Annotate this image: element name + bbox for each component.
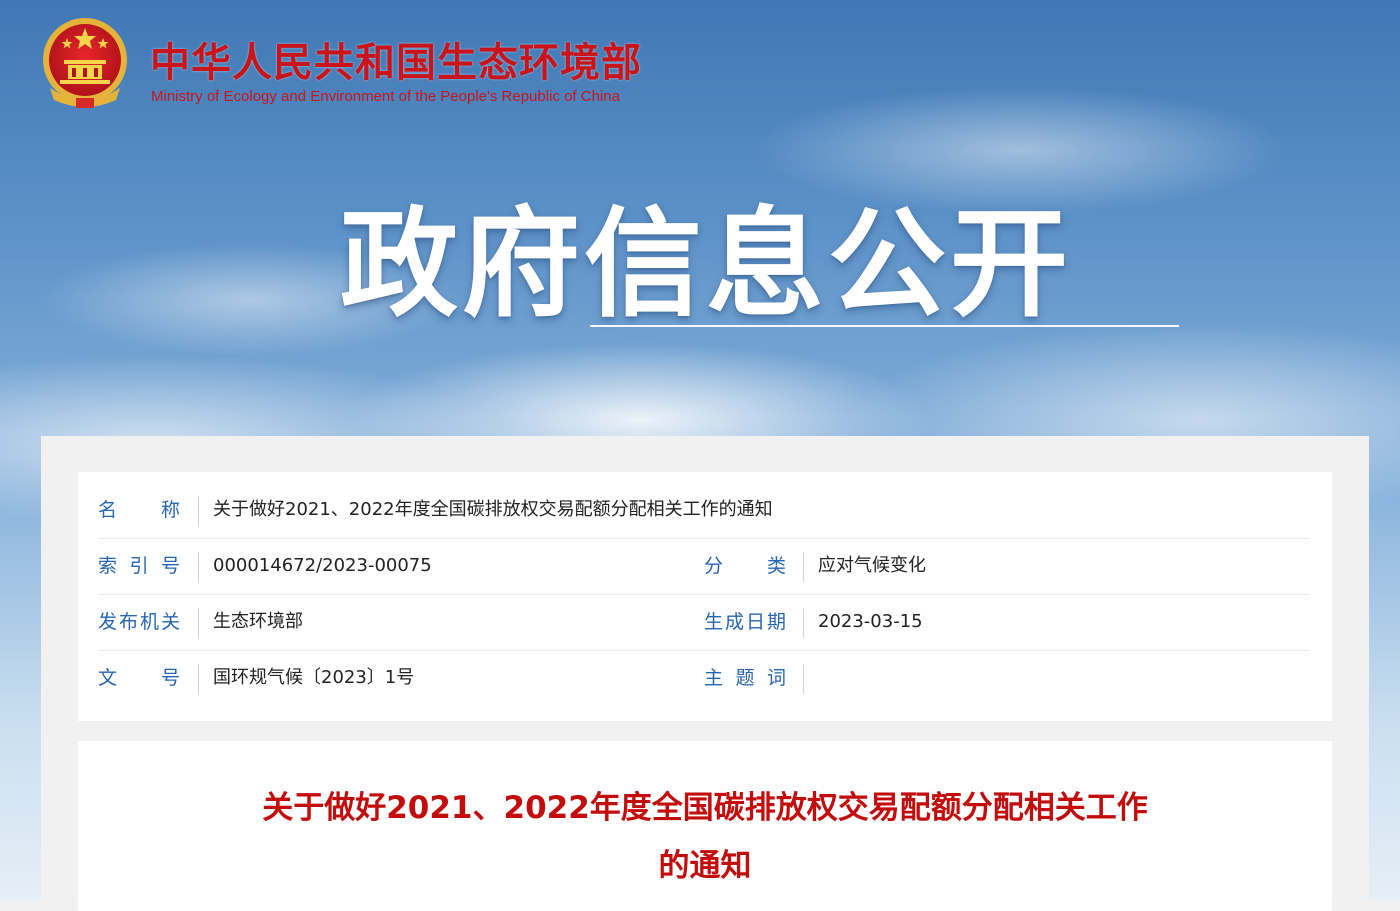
date-value: 2023-03-15 — [818, 611, 923, 632]
content-container: 名称 关于做好2021、2022年度全国碳排放权交易配额分配相关工作的通知 索引… — [41, 436, 1369, 911]
site-subtitle-english[interactable]: Ministry of Ecology and Environment of t… — [151, 88, 620, 105]
name-label: 名称 — [98, 499, 180, 521]
divider — [198, 552, 199, 582]
index-label: 索引号 — [98, 555, 180, 577]
info-row-index: 索引号 000014672/2023-00075 分类 应对气候变化 — [98, 538, 1310, 595]
category-value: 应对气候变化 — [818, 555, 926, 576]
divider — [198, 496, 199, 526]
divider — [198, 608, 199, 638]
docno-label: 文号 — [98, 667, 180, 689]
document-title: 关于做好2021、2022年度全国碳排放权交易配额分配相关工作 的通知 — [198, 779, 1212, 895]
national-emblem-icon[interactable] — [40, 14, 130, 110]
publisher-value: 生态环境部 — [213, 611, 303, 632]
divider — [803, 552, 804, 582]
divider — [803, 608, 804, 638]
name-value: 关于做好2021、2022年度全国碳排放权交易配额分配相关工作的通知 — [213, 499, 773, 520]
divider — [803, 664, 804, 694]
index-value: 000014672/2023-00075 — [213, 555, 432, 576]
hero-divider — [590, 325, 1179, 327]
document-title-line2: 的通知 — [658, 848, 752, 884]
date-label: 生成日期 — [704, 611, 786, 633]
docno-value: 国环规气候〔2023〕1号 — [213, 667, 415, 688]
info-row-name: 名称 关于做好2021、2022年度全国碳排放权交易配额分配相关工作的通知 — [98, 482, 1310, 539]
document-info-card: 名称 关于做好2021、2022年度全国碳排放权交易配额分配相关工作的通知 索引… — [78, 472, 1332, 721]
hero-title: 政府信息公开 — [340, 195, 1073, 333]
info-row-docno: 文号 国环规气候〔2023〕1号 主题词 — [98, 650, 1310, 706]
category-label: 分类 — [704, 555, 786, 577]
info-row-publisher: 发布机关 生态环境部 生成日期 2023-03-15 — [98, 594, 1310, 651]
document-body-card: 关于做好2021、2022年度全国碳排放权交易配额分配相关工作 的通知 — [78, 741, 1332, 911]
site-title[interactable]: 中华人民共和国生态环境部 — [150, 30, 642, 88]
document-title-line1: 关于做好2021、2022年度全国碳排放权交易配额分配相关工作 — [262, 790, 1148, 826]
publisher-label: 发布机关 — [98, 611, 180, 633]
divider — [198, 664, 199, 694]
keywords-label: 主题词 — [704, 667, 786, 689]
